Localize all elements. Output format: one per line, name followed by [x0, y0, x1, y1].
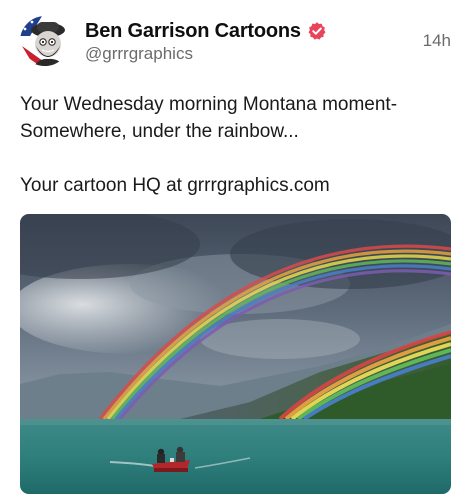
post-body: Your Wednesday morning Montana moment- S… — [20, 91, 460, 199]
cartoon-character-avatar-icon — [20, 16, 70, 66]
author-display-name[interactable]: Ben Garrison Cartoons — [85, 20, 301, 43]
author-name-row: Ben Garrison Cartoons — [85, 18, 327, 44]
post-timestamp[interactable]: 14h — [423, 31, 451, 51]
post-body-line: Somewhere, under the rainbow... — [20, 121, 299, 142]
rainbow-lake-photo — [20, 214, 451, 494]
author-handle[interactable]: @grrrgraphics — [85, 44, 193, 64]
post-card[interactable]: Ben Garrison Cartoons @grrrgraphics 14h … — [0, 0, 471, 500]
post-body-line: Your Wednesday morning Montana moment- — [20, 94, 398, 115]
post-photo[interactable] — [20, 214, 451, 494]
post-body-line: Your cartoon HQ at grrrgraphics.com — [20, 175, 330, 196]
verified-badge-icon — [307, 21, 327, 41]
author-avatar[interactable] — [20, 16, 70, 66]
